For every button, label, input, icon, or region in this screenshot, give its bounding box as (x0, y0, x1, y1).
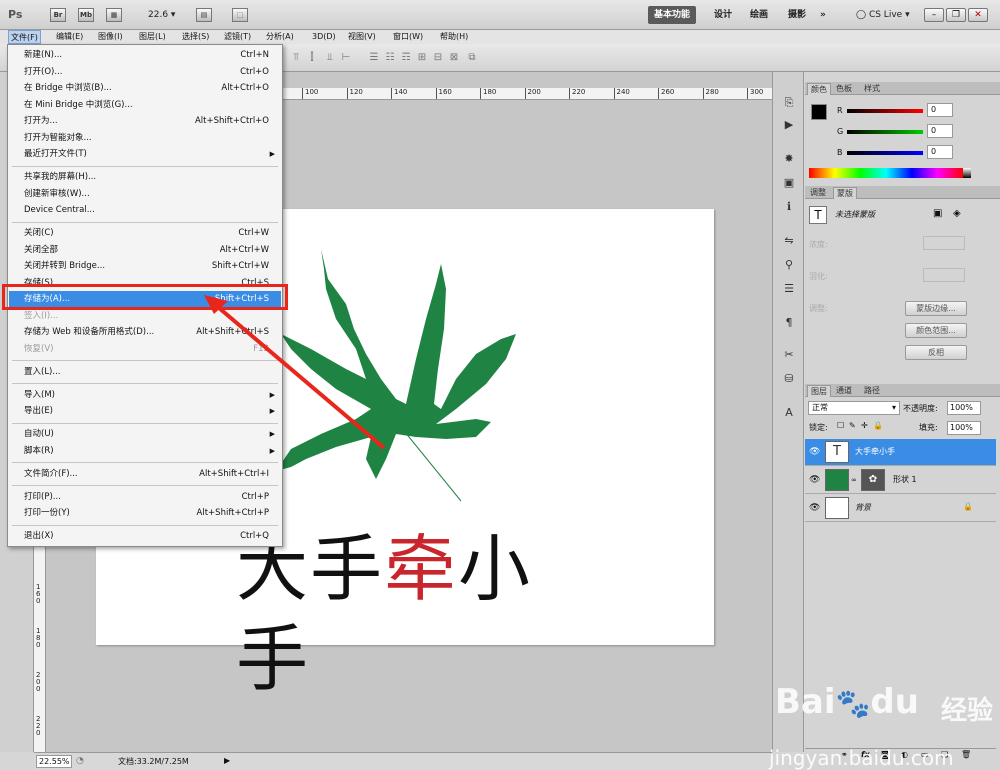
watermark-brand: Bai🐾du (775, 682, 919, 722)
annotation-arrow (204, 295, 386, 450)
paw-icon: 🐾 (835, 687, 871, 720)
watermark-jingyan: 经验 (941, 696, 994, 726)
baidu-watermark: Bai🐾du 经验 jingyan.baidu.com (765, 660, 995, 770)
watermark-url: jingyan.baidu.com (769, 746, 954, 770)
